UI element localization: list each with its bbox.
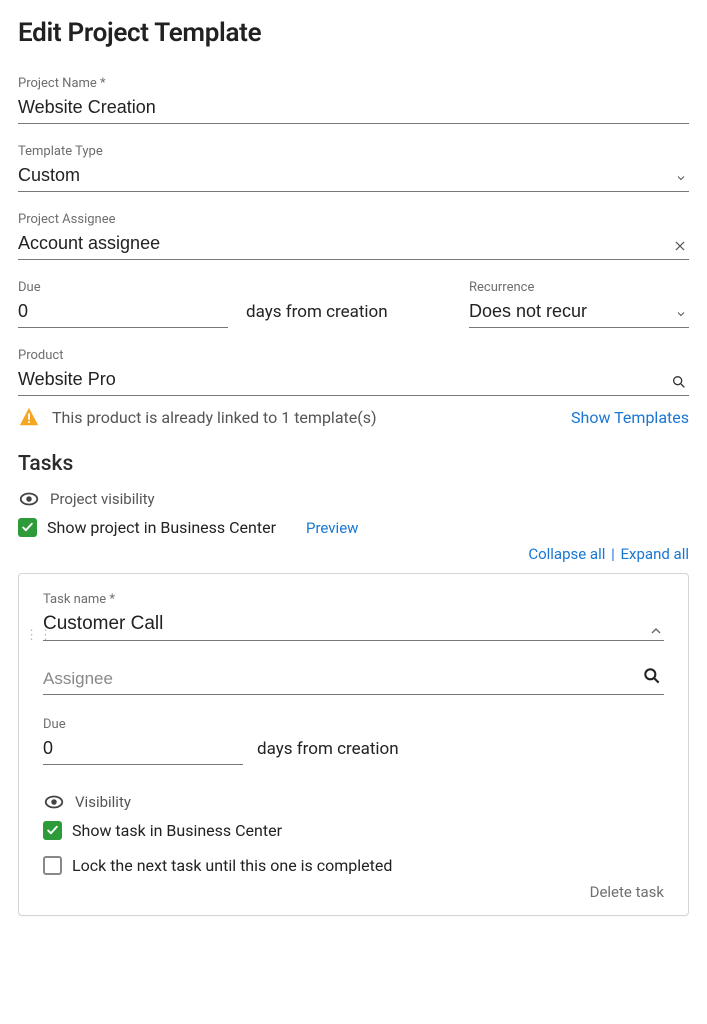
task-due-field: Due days from creation (43, 717, 664, 765)
project-name-field: Project Name * (18, 76, 689, 124)
product-field: Product (18, 348, 689, 396)
task-assignee-field (43, 665, 664, 695)
task-card: ⋮⋮ Task name * Due days from creation (18, 573, 689, 916)
delete-task-row: Delete task (43, 883, 664, 901)
expand-all-link[interactable]: Expand all (621, 545, 689, 563)
eye-icon (43, 791, 65, 813)
show-task-bc-checkbox[interactable] (43, 821, 62, 840)
task-due-label: Due (43, 717, 664, 732)
show-project-bc-label: Show project in Business Center (47, 518, 276, 537)
search-icon[interactable] (671, 371, 687, 390)
show-task-bc-label: Show task in Business Center (72, 821, 282, 840)
product-input[interactable] (18, 365, 689, 396)
template-type-label: Template Type (18, 144, 689, 159)
collapse-all-link[interactable]: Collapse all (528, 545, 605, 563)
project-name-label: Project Name * (18, 76, 689, 91)
eye-icon (18, 488, 40, 510)
lock-next-label: Lock the next task until this one is com… (72, 856, 392, 875)
task-visibility-label: Visibility (75, 793, 131, 811)
show-templates-link[interactable]: Show Templates (571, 408, 689, 427)
task-name-label: Task name * (43, 592, 664, 607)
warning-icon (18, 406, 40, 428)
caret-down-icon[interactable] (675, 167, 687, 186)
lock-next-checkbox[interactable] (43, 856, 62, 875)
caret-down-icon[interactable] (675, 303, 687, 322)
recurrence-field: Recurrence (469, 280, 689, 328)
template-type-field: Template Type (18, 144, 689, 192)
task-header: Task name * (43, 592, 664, 641)
task-body: Due days from creation Visibility Show t… (43, 665, 664, 901)
project-name-input[interactable] (18, 93, 689, 124)
delete-task-button[interactable]: Delete task (590, 883, 664, 901)
project-visibility-row: Project visibility (18, 488, 689, 510)
due-label: Due (18, 280, 228, 295)
due-field: Due (18, 280, 228, 328)
project-assignee-field: Project Assignee (18, 212, 689, 260)
page-title: Edit Project Template (18, 18, 689, 48)
task-due-suffix: days from creation (257, 739, 399, 765)
project-visibility-label: Project visibility (50, 490, 155, 508)
project-assignee-label: Project Assignee (18, 212, 689, 227)
collapse-expand-row: Collapse all | Expand all (18, 545, 689, 563)
task-due-input[interactable] (43, 734, 243, 765)
search-icon[interactable] (642, 665, 662, 686)
recurrence-select[interactable] (469, 297, 689, 328)
tasks-heading: Tasks (18, 452, 689, 476)
separator: | (611, 545, 615, 563)
task-visibility-section: Visibility Show task in Business Center (43, 791, 664, 840)
product-alert: This product is already linked to 1 temp… (18, 406, 689, 428)
chevron-up-icon[interactable] (648, 620, 664, 639)
product-label: Product (18, 348, 689, 363)
due-recurrence-row: Due days from creation Recurrence (18, 280, 689, 328)
recurrence-label: Recurrence (469, 280, 689, 295)
lock-next-row: Lock the next task until this one is com… (43, 856, 664, 875)
task-assignee-input[interactable] (43, 665, 664, 695)
due-suffix: days from creation (246, 302, 388, 328)
preview-link[interactable]: Preview (306, 519, 358, 537)
task-name-input[interactable] (43, 609, 664, 641)
template-type-select[interactable] (18, 161, 689, 192)
show-project-bc-checkbox[interactable] (18, 518, 37, 537)
due-input[interactable] (18, 297, 228, 328)
show-project-bc-row: Show project in Business Center Preview (18, 518, 689, 537)
clear-icon[interactable] (673, 235, 687, 254)
project-assignee-input[interactable] (18, 229, 689, 260)
product-alert-text: This product is already linked to 1 temp… (52, 408, 559, 427)
